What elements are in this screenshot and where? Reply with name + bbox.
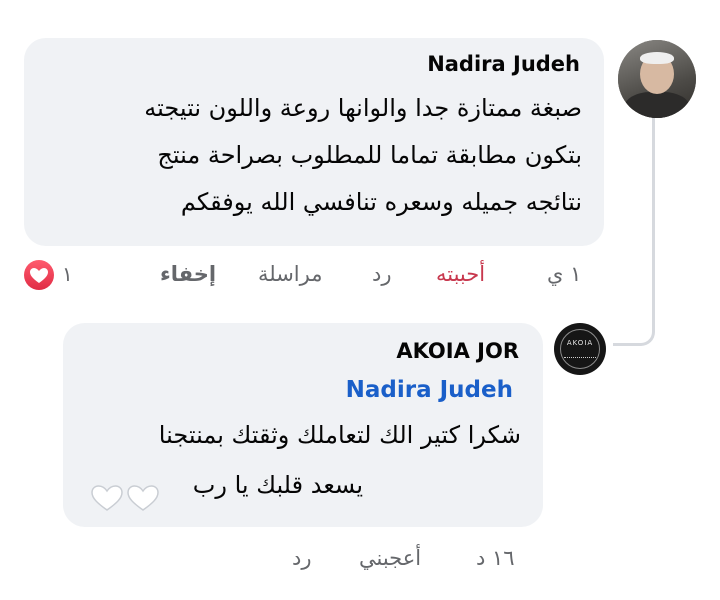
comment-bubble: Nadira Judeh صبغة ممتازة جدا والوانها رو… xyxy=(24,38,604,246)
message-button[interactable]: مراسلة xyxy=(258,262,322,286)
like-button[interactable]: أعجبني xyxy=(359,546,421,570)
reply-actions: ١٦ د أعجبني رد xyxy=(0,546,720,576)
reply-time[interactable]: ١٦ د xyxy=(476,546,515,570)
white-heart-icon xyxy=(91,485,123,511)
reply-button[interactable]: رد xyxy=(292,546,312,570)
liked-button[interactable]: أحببته xyxy=(436,262,485,286)
reply-bubble: AKOIA JOR Nadira Judeh شكرا كتير الك لتع… xyxy=(63,323,543,527)
reply-text-line: يسعد قلبك يا رب xyxy=(192,471,363,499)
comment-text-line: نتائجه جميله وسعره تنافسي الله يوفقكم xyxy=(180,188,582,216)
white-heart-emoji xyxy=(89,483,163,513)
comment-text-line: بتكون مطابقة تماما للمطلوب بصراحة منتج xyxy=(157,141,582,169)
thread-connector-line xyxy=(613,116,655,346)
reply-button[interactable]: رد xyxy=(372,262,392,286)
avatar[interactable] xyxy=(618,40,696,118)
heart-reaction-badge[interactable] xyxy=(22,258,56,292)
avatar-logo-text: AKOIA xyxy=(566,339,594,347)
comment-actions: ١ ي أحببته رد مراسلة إخفاء xyxy=(0,262,720,292)
comment-text-line: صبغة ممتازة جدا والوانها روعة واللون نتي… xyxy=(144,94,582,122)
reply-author[interactable]: AKOIA JOR xyxy=(396,339,519,363)
white-heart-icon xyxy=(127,485,159,511)
comment-thread: Nadira Judeh صبغة ممتازة جدا والوانها رو… xyxy=(0,0,720,600)
reply-text-line: شكرا كتير الك لتعاملك وثقتك بمنتجنا xyxy=(158,421,521,449)
heart-icon xyxy=(30,268,48,283)
hide-button[interactable]: إخفاء xyxy=(160,262,216,286)
comment-time[interactable]: ١ ي xyxy=(547,262,581,286)
mention-link[interactable]: Nadira Judeh xyxy=(346,377,513,403)
reply-avatar[interactable]: AKOIA xyxy=(554,323,606,375)
comment-author[interactable]: Nadira Judeh xyxy=(427,52,580,76)
reaction-count: ١ xyxy=(62,262,73,286)
